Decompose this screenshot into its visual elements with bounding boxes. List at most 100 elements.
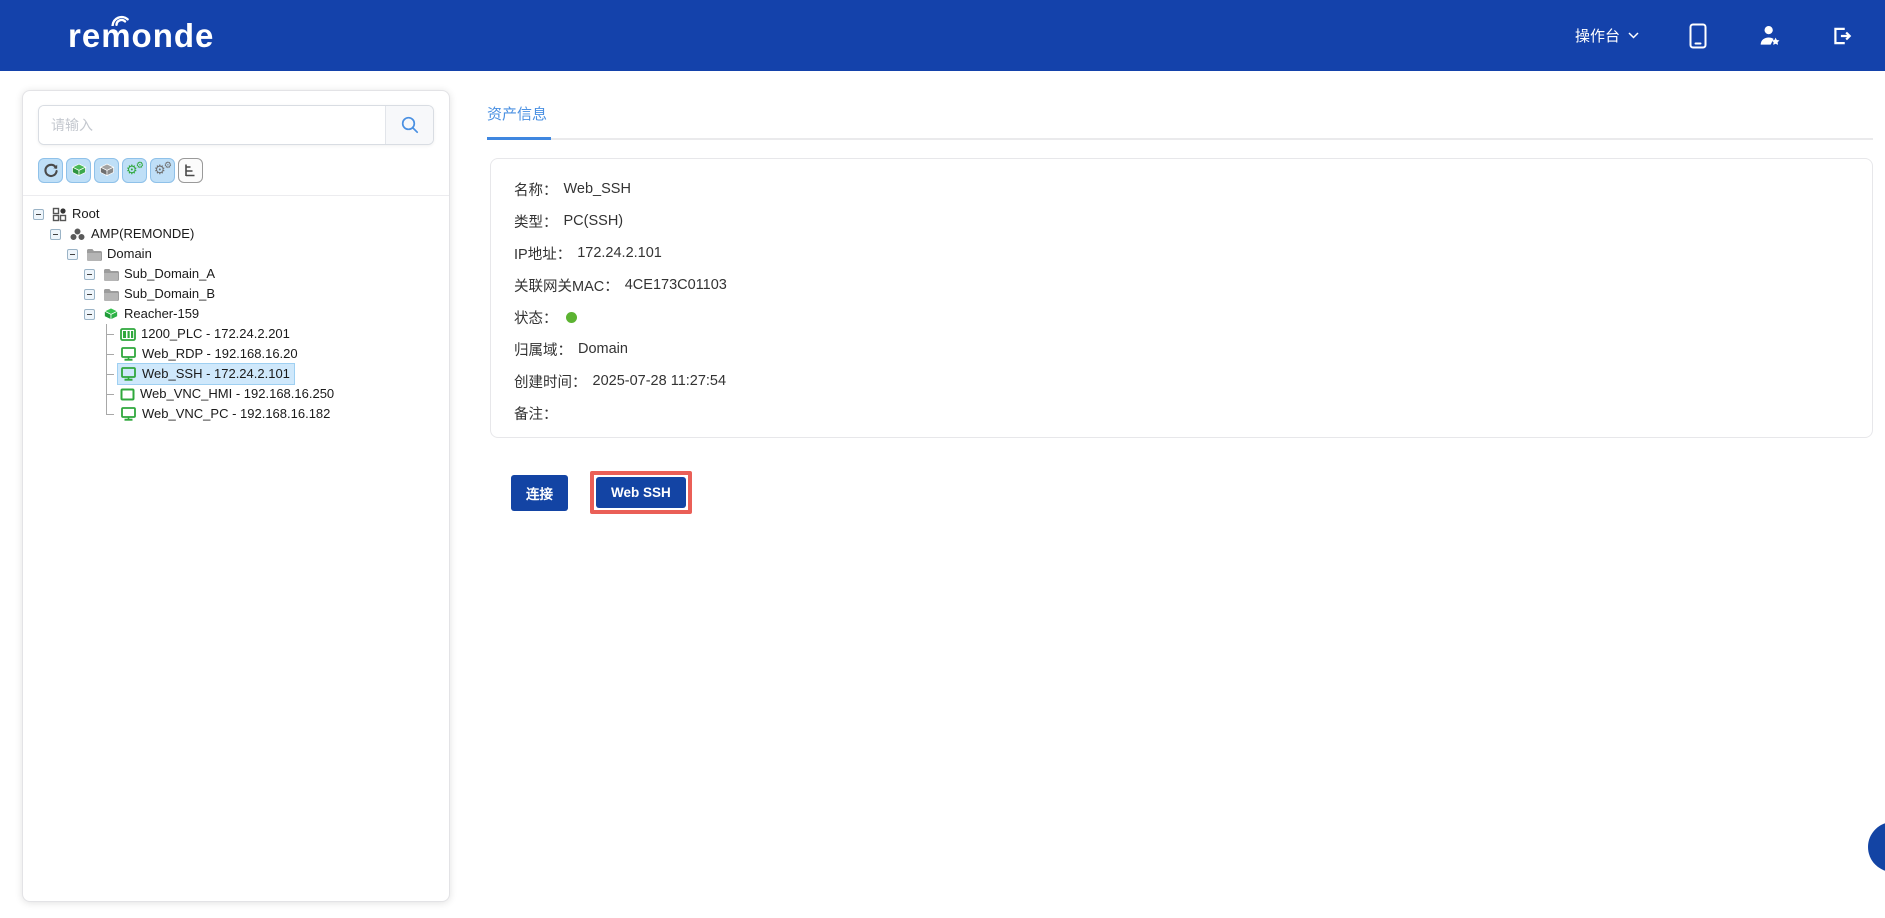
cube-gray-button[interactable]	[94, 158, 119, 183]
search-icon	[400, 115, 420, 135]
floating-action-button[interactable]	[1868, 822, 1885, 872]
status-dot-online	[566, 312, 577, 323]
detail-row: 类型： PC(SSH)	[514, 205, 1849, 237]
detail-label: 备注：	[514, 403, 558, 424]
tree-item[interactable]: Sub_Domain_B	[23, 284, 449, 304]
divider	[23, 195, 449, 196]
search-button[interactable]	[385, 106, 433, 144]
detail-row: 关联网关MAC： 4CE173C01103	[514, 269, 1849, 301]
tree-item-label: Web_VNC_PC - 192.168.16.182	[142, 405, 330, 423]
cube-icon	[99, 163, 115, 178]
detail-label: IP地址：	[514, 243, 571, 264]
refresh-dark-button[interactable]	[38, 158, 63, 183]
root-icon	[52, 207, 67, 222]
detail-value: 2025-07-28 11:27:54	[593, 373, 727, 389]
detail-row: 状态：	[514, 301, 1849, 333]
tree-item[interactable]: Web_VNC_HMI - 192.168.16.250	[23, 384, 449, 404]
tree-connector	[101, 364, 117, 384]
tree-item-label: Web_SSH - 172.24.2.101	[142, 365, 290, 383]
monitor-icon	[120, 367, 137, 381]
connect-button[interactable]: 连接	[511, 475, 568, 511]
click-highlight-box: Web SSH	[590, 471, 692, 514]
tree-item[interactable]: Web_VNC_PC - 192.168.16.182	[23, 404, 449, 424]
tree-item[interactable]: Web_SSH - 172.24.2.101	[23, 364, 449, 384]
mobile-icon[interactable]	[1685, 23, 1711, 49]
asset-tree-panel: ⚙⚙ ⚙⚙ Root AMP(REMONDE) Domain Sub_Domain_A S…	[22, 90, 450, 902]
hmi-icon	[120, 388, 135, 401]
tree-connector	[101, 384, 117, 404]
main-tabbar: 资产信息	[487, 103, 1873, 140]
tree-item-label: Web_RDP - 192.168.16.20	[142, 345, 298, 363]
collapse-toggle-icon[interactable]	[84, 309, 95, 320]
tree-list-icon	[183, 163, 198, 178]
detail-value: Domain	[578, 341, 628, 357]
detail-row: IP地址： 172.24.2.101	[514, 237, 1849, 269]
tree-connector	[101, 404, 117, 424]
logout-icon[interactable]	[1829, 23, 1855, 49]
tree-item-label: Sub_Domain_B	[124, 285, 215, 303]
tree-list-dark-button[interactable]	[178, 158, 203, 183]
tree-item[interactable]: 1200_PLC - 172.24.2.201	[23, 324, 449, 344]
detail-label: 关联网关MAC：	[514, 275, 619, 296]
gears-gray-button[interactable]: ⚙⚙	[150, 158, 175, 183]
tree-connector	[101, 324, 117, 344]
cube-green-icon	[103, 307, 119, 322]
detail-value: 172.24.2.101	[577, 245, 662, 261]
tree-item[interactable]: Reacher-159	[23, 304, 449, 324]
detail-row: 创建时间： 2025-07-28 11:27:54	[514, 365, 1849, 397]
top-navbar: remonde 操作台	[0, 0, 1885, 71]
tree-item-label: Root	[72, 205, 99, 223]
collapse-toggle-icon[interactable]	[84, 289, 95, 300]
cluster-icon	[69, 227, 86, 242]
detail-row: 名称： Web_SSH	[514, 173, 1849, 205]
collapse-toggle-icon[interactable]	[50, 229, 61, 240]
console-dropdown-label: 操作台	[1575, 25, 1620, 46]
plc-icon	[120, 328, 136, 341]
tree-item-label: Sub_Domain_A	[124, 265, 215, 283]
logo-text: remonde	[68, 17, 214, 54]
asset-tree: Root AMP(REMONDE) Domain Sub_Domain_A Sub_Do…	[23, 204, 449, 424]
collapse-toggle-icon[interactable]	[33, 209, 44, 220]
tree-connector	[101, 344, 117, 364]
detail-row: 归属域： Domain	[514, 333, 1849, 365]
tree-item-label: Web_VNC_HMI - 192.168.16.250	[140, 385, 334, 403]
search-input[interactable]	[39, 106, 385, 144]
monitor-icon	[120, 407, 137, 421]
collapse-toggle-icon[interactable]	[84, 269, 95, 280]
user-star-icon[interactable]	[1757, 23, 1783, 49]
tree-item[interactable]: Root	[23, 204, 449, 224]
tree-item[interactable]: Domain	[23, 244, 449, 264]
monitor-icon	[120, 347, 137, 361]
tree-item-label: AMP(REMONDE)	[91, 225, 194, 243]
tree-item-label: 1200_PLC - 172.24.2.201	[141, 325, 290, 343]
detail-row: 备注：	[514, 397, 1849, 429]
tree-item-label: Domain	[107, 245, 152, 263]
cube-icon	[71, 163, 87, 178]
gears-icon: ⚙⚙	[126, 163, 143, 179]
detail-value: 4CE173C01103	[625, 277, 727, 293]
detail-label: 创建时间：	[514, 371, 587, 392]
asset-details-card: 名称： Web_SSH 类型： PC(SSH) IP地址： 172.24.2.101 关联网…	[490, 158, 1873, 438]
tree-search	[38, 105, 434, 145]
collapse-toggle-icon[interactable]	[67, 249, 78, 260]
tree-item[interactable]: Web_RDP - 192.168.16.20	[23, 344, 449, 364]
gears-icon: ⚙⚙	[154, 163, 171, 179]
console-dropdown[interactable]: 操作台	[1575, 25, 1639, 46]
web-ssh-button[interactable]: Web SSH	[596, 477, 686, 508]
tree-item-label: Reacher-159	[124, 305, 199, 323]
cube-green-button[interactable]	[66, 158, 91, 183]
detail-label: 类型：	[514, 211, 558, 232]
detail-label: 归属域：	[514, 339, 572, 360]
gears-green-button[interactable]: ⚙⚙	[122, 158, 147, 183]
tree-item[interactable]: Sub_Domain_A	[23, 264, 449, 284]
tab-asset-info[interactable]: 资产信息	[487, 103, 551, 140]
tree-toolbar: ⚙⚙ ⚙⚙	[38, 158, 449, 183]
folder-icon	[103, 288, 119, 301]
detail-value: Web_SSH	[564, 181, 631, 197]
detail-value: PC(SSH)	[564, 213, 624, 229]
detail-label: 名称：	[514, 179, 558, 200]
remonde-logo: remonde	[68, 19, 214, 52]
folder-icon	[103, 268, 119, 281]
logo-signal-icon	[108, 12, 132, 26]
tree-item[interactable]: AMP(REMONDE)	[23, 224, 449, 244]
